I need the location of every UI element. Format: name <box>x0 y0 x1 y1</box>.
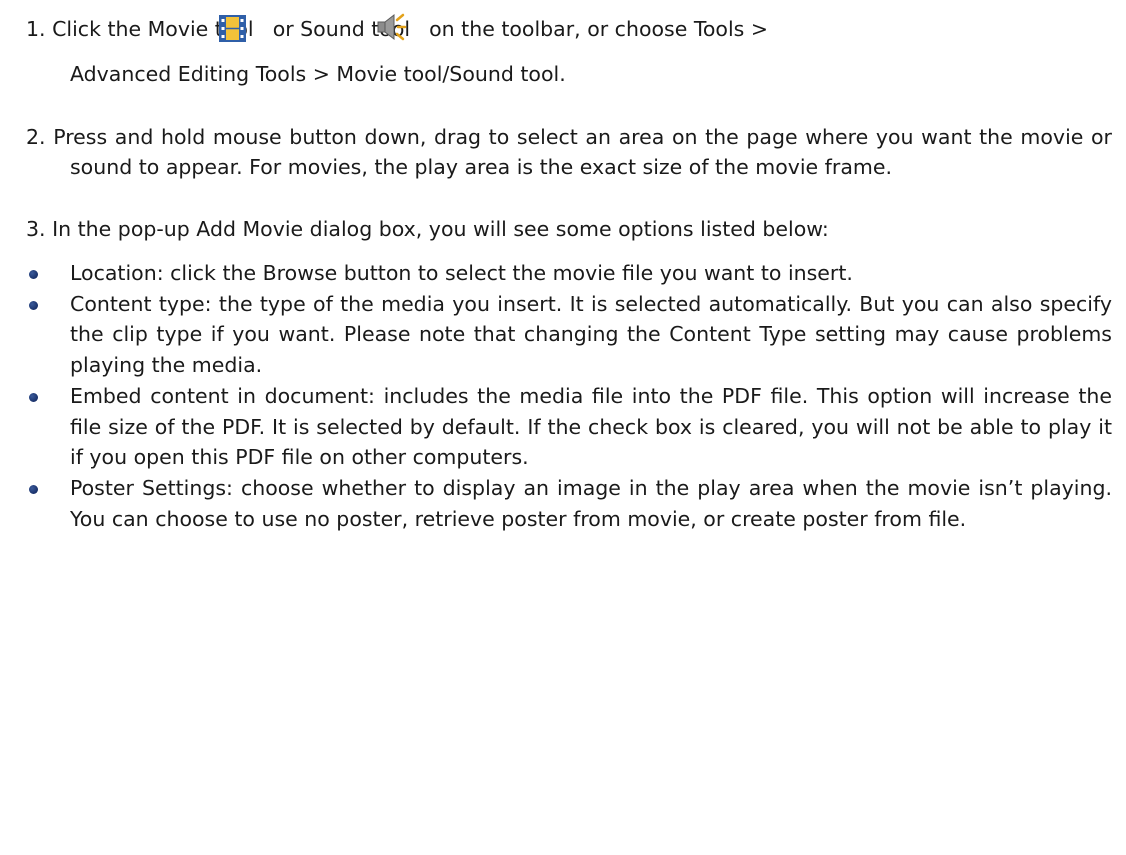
option-location: Location: click the Browse button to sel… <box>70 260 853 285</box>
step-1-number: 1. <box>26 17 46 41</box>
bullet-icon <box>29 392 38 402</box>
step-2-text: Press and hold mouse button down, drag t… <box>53 124 1112 180</box>
option-poster-settings: Poster Settings: choose whether to displ… <box>70 476 1112 531</box>
step-1-text-c: on the toolbar, or choose Tools > <box>429 17 769 41</box>
list-item: Content type: the type of the media you … <box>26 289 1112 381</box>
list-item: Poster Settings: choose whether to displ… <box>26 473 1112 535</box>
list-item: Location: click the Browse button to sel… <box>26 258 1112 289</box>
step-3-text: In the pop-up Add Movie dialog box, you … <box>52 217 829 241</box>
list-item: Embed content in document: includes the … <box>26 381 1112 473</box>
options-list: Location: click the Browse button to sel… <box>26 258 1112 535</box>
bullet-icon <box>29 485 38 494</box>
step-3-number: 3. <box>26 217 46 241</box>
document-page: 1. Click the Movie tool or Sound tool on… <box>0 0 1126 855</box>
step-3: 3. In the pop-up Add Movie dialog box, y… <box>26 214 1112 245</box>
option-content-type: Content type: the type of the media you … <box>70 291 1112 378</box>
step-2-number: 2. <box>26 124 46 149</box>
step-1-text-line2: Advanced Editing Tools > Movie tool/Soun… <box>70 61 566 86</box>
bullet-icon <box>29 269 38 279</box>
option-embed-content: Embed content in document: includes the … <box>70 383 1112 470</box>
step-2: 2. Press and hold mouse button down, dra… <box>26 122 1112 184</box>
bullet-icon <box>29 300 38 310</box>
step-1: 1. Click the Movie tool or Sound tool on… <box>26 12 1112 90</box>
